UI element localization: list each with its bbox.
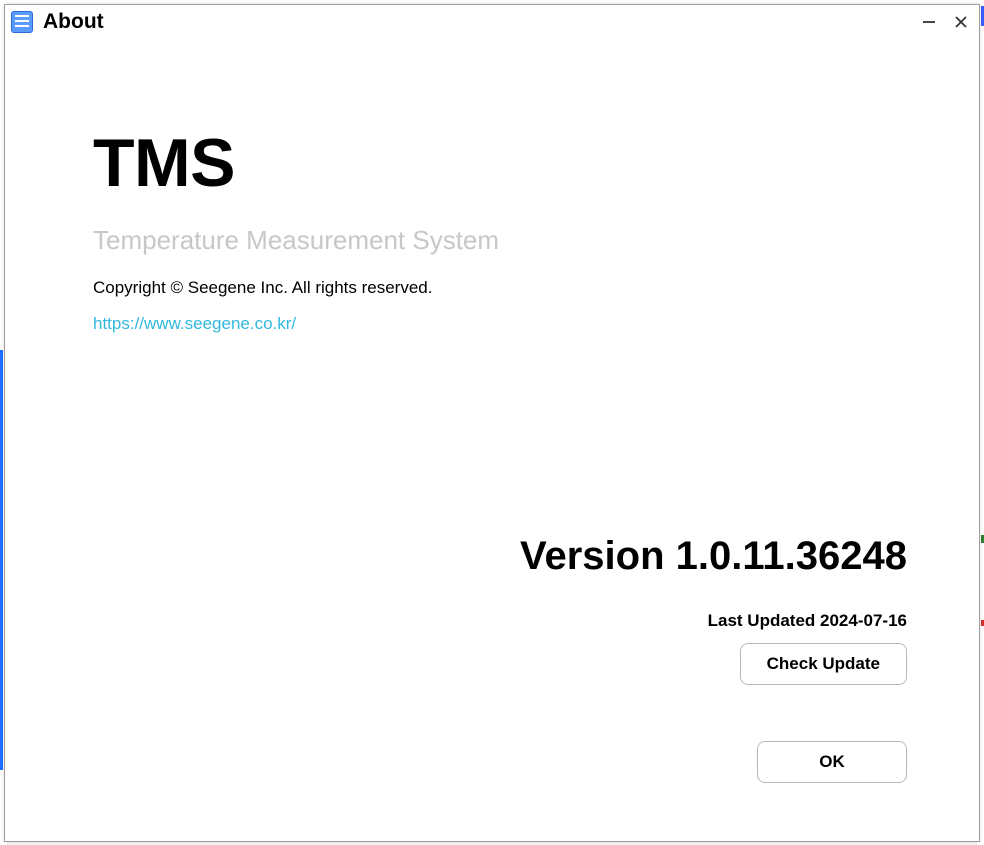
minimize-button[interactable] xyxy=(919,12,939,32)
window-title: About xyxy=(43,10,919,34)
about-content: TMS Temperature Measurement System Copyr… xyxy=(5,39,979,841)
last-updated-text: Last Updated 2024-07-16 xyxy=(520,611,907,631)
about-window: About TMS Temperature Measurement System… xyxy=(4,4,980,842)
titlebar: About xyxy=(5,5,979,39)
copyright-text: Copyright © Seegene Inc. All rights rese… xyxy=(93,278,909,298)
app-icon xyxy=(11,11,33,33)
version-block: Version 1.0.11.36248 Last Updated 2024-0… xyxy=(520,534,907,685)
close-icon xyxy=(954,15,968,29)
company-url-link[interactable]: https://www.seegene.co.kr/ xyxy=(93,314,296,333)
ok-row: OK xyxy=(757,741,907,783)
minimize-icon xyxy=(922,15,936,29)
version-text: Version 1.0.11.36248 xyxy=(520,534,907,579)
check-update-button[interactable]: Check Update xyxy=(740,643,907,685)
window-controls xyxy=(919,12,971,32)
ok-button[interactable]: OK xyxy=(757,741,907,783)
product-name: TMS xyxy=(93,129,909,197)
close-button[interactable] xyxy=(951,12,971,32)
product-subtitle: Temperature Measurement System xyxy=(93,225,909,256)
